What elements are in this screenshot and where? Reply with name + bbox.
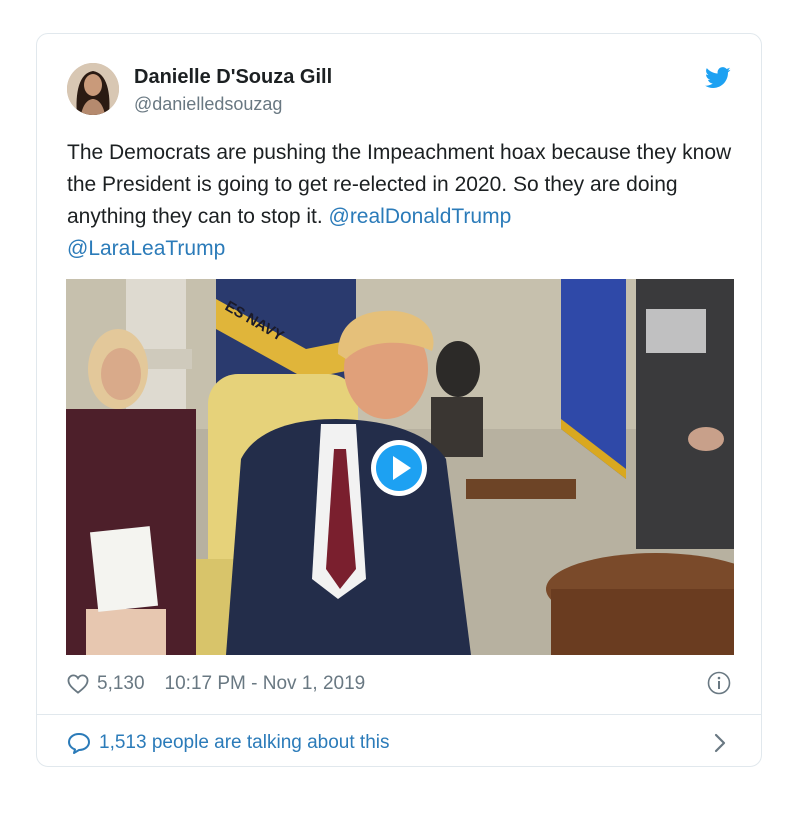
mention-laraleatrump[interactable]: @LaraLeaTrump: [67, 237, 225, 260]
info-icon[interactable]: [707, 671, 731, 695]
author-handle[interactable]: @danielledsouzag: [134, 94, 282, 115]
avatar-image: [67, 63, 119, 115]
divider: [37, 714, 761, 715]
embedded-tweet-card: Danielle D'Souza Gill @danielledsouzag T…: [36, 33, 762, 767]
mention-realdonaldtrump[interactable]: @realDonaldTrump: [329, 205, 512, 228]
like-count[interactable]: 5,130: [97, 673, 145, 695]
avatar[interactable]: [67, 63, 119, 115]
tweet-meta: 5,130 10:17 PM - Nov 1, 2019: [67, 670, 365, 698]
conversation-label: 1,513 people are talking about this: [99, 732, 390, 753]
conversation-link[interactable]: 1,513 people are talking about this: [67, 729, 390, 757]
timestamp-link[interactable]: 10:17 PM - Nov 1, 2019: [165, 673, 366, 695]
play-circle-icon[interactable]: [370, 439, 428, 497]
chevron-right-icon[interactable]: [713, 733, 727, 753]
twitter-bird-icon[interactable]: [705, 67, 731, 89]
video-player[interactable]: ES NAVY: [66, 279, 734, 655]
author-name[interactable]: Danielle D'Souza Gill: [134, 66, 332, 89]
tweet-text: The Democrats are pushing the Impeachmen…: [67, 137, 737, 265]
comment-bubble-icon: [68, 733, 90, 754]
heart-icon[interactable]: [67, 674, 89, 694]
